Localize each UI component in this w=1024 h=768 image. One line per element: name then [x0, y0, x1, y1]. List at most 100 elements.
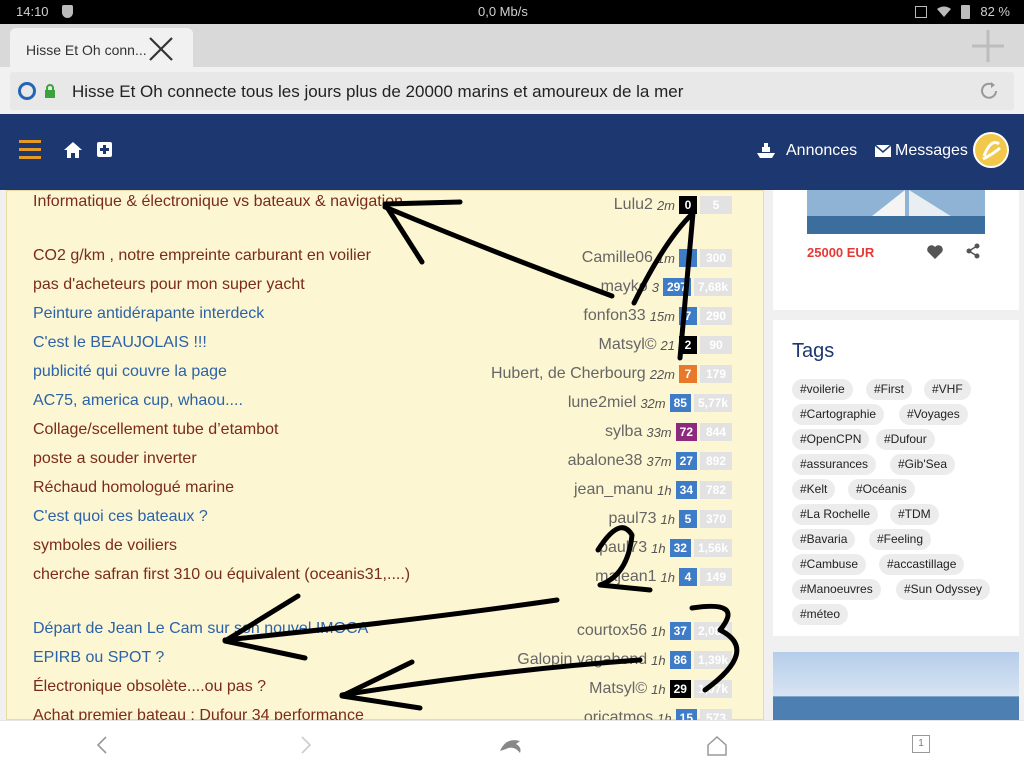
topic-link[interactable]: cherche safran first 310 ou équivalent (…: [33, 562, 463, 587]
topic-link[interactable]: CO2 g/km , notre empreinte carburant en …: [33, 243, 463, 268]
shield-icon: [62, 5, 73, 18]
topic-link[interactable]: Collage/scellement tube d’etambot: [33, 417, 463, 442]
topic-author[interactable]: Matsyl©: [599, 336, 657, 354]
tag-chip[interactable]: #Cartographie: [792, 404, 885, 425]
ad-price: 25000 EUR: [807, 245, 875, 260]
tag-chip[interactable]: #TDM: [890, 504, 939, 525]
topic-link[interactable]: Départ de Jean Le Cam sur son nouvel IMO…: [33, 616, 463, 641]
tag-chip[interactable]: #Feeling: [869, 529, 932, 550]
topic-meta: fonfon33 15m 7 290: [583, 306, 732, 326]
user-avatar[interactable]: [973, 132, 1009, 168]
topic-author[interactable]: lune2miel: [568, 394, 636, 412]
annonces-link[interactable]: Annonces: [756, 142, 857, 160]
topic-meta: Hubert, de Cherbourg 22m 7 179: [491, 364, 732, 384]
envelope-icon: [875, 145, 891, 157]
menu-icon[interactable]: [19, 140, 41, 160]
tag-chip[interactable]: #Océanis: [848, 479, 915, 500]
battery-icon: [961, 4, 971, 19]
tag-chip[interactable]: #Gib'Sea: [890, 454, 955, 475]
topic-author[interactable]: Galopin vagabond: [517, 651, 647, 669]
topic-link[interactable]: EPIRB ou SPOT ?: [33, 645, 463, 670]
topic-age: 1h: [660, 511, 675, 527]
reload-icon[interactable]: [978, 80, 1000, 102]
sidebar-photo[interactable]: [773, 652, 1019, 720]
tag-chip[interactable]: #Manoeuvres: [792, 579, 881, 600]
topic-link[interactable]: publicité qui couvre la page: [33, 359, 463, 384]
topic-age: 1h: [657, 710, 672, 721]
topic-author[interactable]: paul73: [599, 539, 647, 557]
tag-chip[interactable]: #Bavaria: [792, 529, 856, 550]
topic-author[interactable]: Camille06: [582, 249, 653, 267]
back-icon[interactable]: [94, 735, 110, 755]
topic-author[interactable]: Lulu2: [614, 196, 653, 214]
tag-chip[interactable]: #Cambuse: [792, 554, 867, 575]
topic-link[interactable]: Informatique & électronique vs bateaux &…: [33, 190, 463, 214]
view-count-badge: 1,07k: [693, 680, 732, 698]
topic-link[interactable]: Réchaud homologué marine: [33, 475, 463, 500]
messages-link[interactable]: Messages: [875, 142, 968, 160]
topic-author[interactable]: jean_manu: [574, 481, 653, 499]
topic-author[interactable]: oricatmos: [584, 709, 653, 720]
topic-author[interactable]: Matsyl©: [589, 680, 647, 698]
topic-author[interactable]: mayko: [601, 278, 648, 296]
forward-icon[interactable]: [298, 735, 314, 755]
topic-age: 1h: [651, 540, 666, 556]
tag-chip[interactable]: #Dufour: [876, 429, 935, 450]
topic-author[interactable]: courtox56: [577, 622, 647, 640]
tag-chip[interactable]: #OpenCPN: [792, 429, 870, 450]
topic-meta: abalone38 37m 27 892: [568, 451, 732, 471]
topic-link[interactable]: pas d'acheteurs pour mon super yacht: [33, 272, 463, 297]
topic-age: 15m: [649, 308, 675, 324]
topic-author[interactable]: abalone38: [568, 452, 643, 470]
browser-tab[interactable]: Hisse Et Oh conn...: [10, 28, 193, 67]
homepage-icon[interactable]: [706, 735, 728, 757]
topic-age: 37m: [646, 453, 672, 469]
home-icon[interactable]: [64, 141, 82, 159]
tag-chip[interactable]: #Kelt: [792, 479, 836, 500]
tag-chip[interactable]: #Voyages: [899, 404, 968, 425]
lock-icon: [45, 84, 55, 98]
reply-count-badge: 34: [675, 481, 697, 499]
favorite-heart-icon[interactable]: [926, 244, 944, 260]
tag-chip[interactable]: #Sun Odyssey: [896, 579, 991, 600]
topic-link[interactable]: Peinture antidérapante interdeck: [33, 301, 463, 326]
topic-author[interactable]: Hubert, de Cherbourg: [491, 365, 646, 383]
page-content: Informatique & électronique vs bateaux &…: [0, 190, 1024, 720]
close-tab-icon[interactable]: [146, 34, 176, 64]
topic-meta: mayko 3 297 7,68k: [601, 277, 732, 297]
topic-link[interactable]: C'est le BEAUJOLAIS !!!: [33, 330, 463, 355]
tag-chip[interactable]: #La Rochelle: [792, 504, 879, 525]
topic-meta: Galopin vagabond 1h 86 1,39k: [517, 650, 732, 670]
topic-link[interactable]: Électronique obsolète....ou pas ?: [33, 674, 463, 699]
topic-meta: Matsyl© 21 2 90: [599, 335, 732, 355]
tag-chip[interactable]: #VHF: [924, 379, 971, 400]
topic-link[interactable]: C'est quoi ces bateaux ?: [33, 504, 463, 529]
site-favicon-icon: [18, 82, 36, 100]
topic-link[interactable]: symboles de voiliers: [33, 533, 463, 558]
dolphin-menu-icon[interactable]: [498, 735, 524, 755]
topic-author[interactable]: fonfon33: [583, 307, 645, 325]
new-tab-icon[interactable]: [970, 28, 1006, 64]
topic-link[interactable]: poste a souder inverter: [33, 446, 463, 471]
topic-author[interactable]: sylba: [605, 423, 642, 441]
ad-card[interactable]: 25000 EUR: [773, 190, 1019, 310]
topic-meta: majean1 1h 4 149: [595, 567, 732, 587]
tag-chip[interactable]: #assurances: [792, 454, 877, 475]
add-post-icon[interactable]: [97, 142, 112, 157]
share-icon[interactable]: [965, 243, 981, 259]
tag-chip[interactable]: #First: [866, 379, 912, 400]
address-field[interactable]: Hisse Et Oh connecte tous les jours plus…: [10, 72, 1014, 110]
tag-chip[interactable]: #voilerie: [792, 379, 853, 400]
tag-chip[interactable]: #méteo: [792, 604, 849, 625]
network-speed: 0,0 Mb/s: [478, 4, 528, 19]
view-count-badge: 782: [700, 481, 732, 499]
topic-link[interactable]: Achat premier bateau : Dufour 34 perform…: [33, 703, 463, 720]
topic-meta: paul73 1h 5 370: [608, 509, 732, 529]
topic-link[interactable]: AC75, america cup, whaou....: [33, 388, 463, 413]
topic-author[interactable]: paul73: [608, 510, 656, 528]
topic-author[interactable]: majean1: [595, 568, 656, 586]
reply-count-badge: 4: [679, 568, 697, 586]
tag-chip[interactable]: #accastillage: [879, 554, 965, 575]
tab-switcher[interactable]: 1: [912, 735, 930, 753]
ad-image[interactable]: [807, 190, 985, 234]
